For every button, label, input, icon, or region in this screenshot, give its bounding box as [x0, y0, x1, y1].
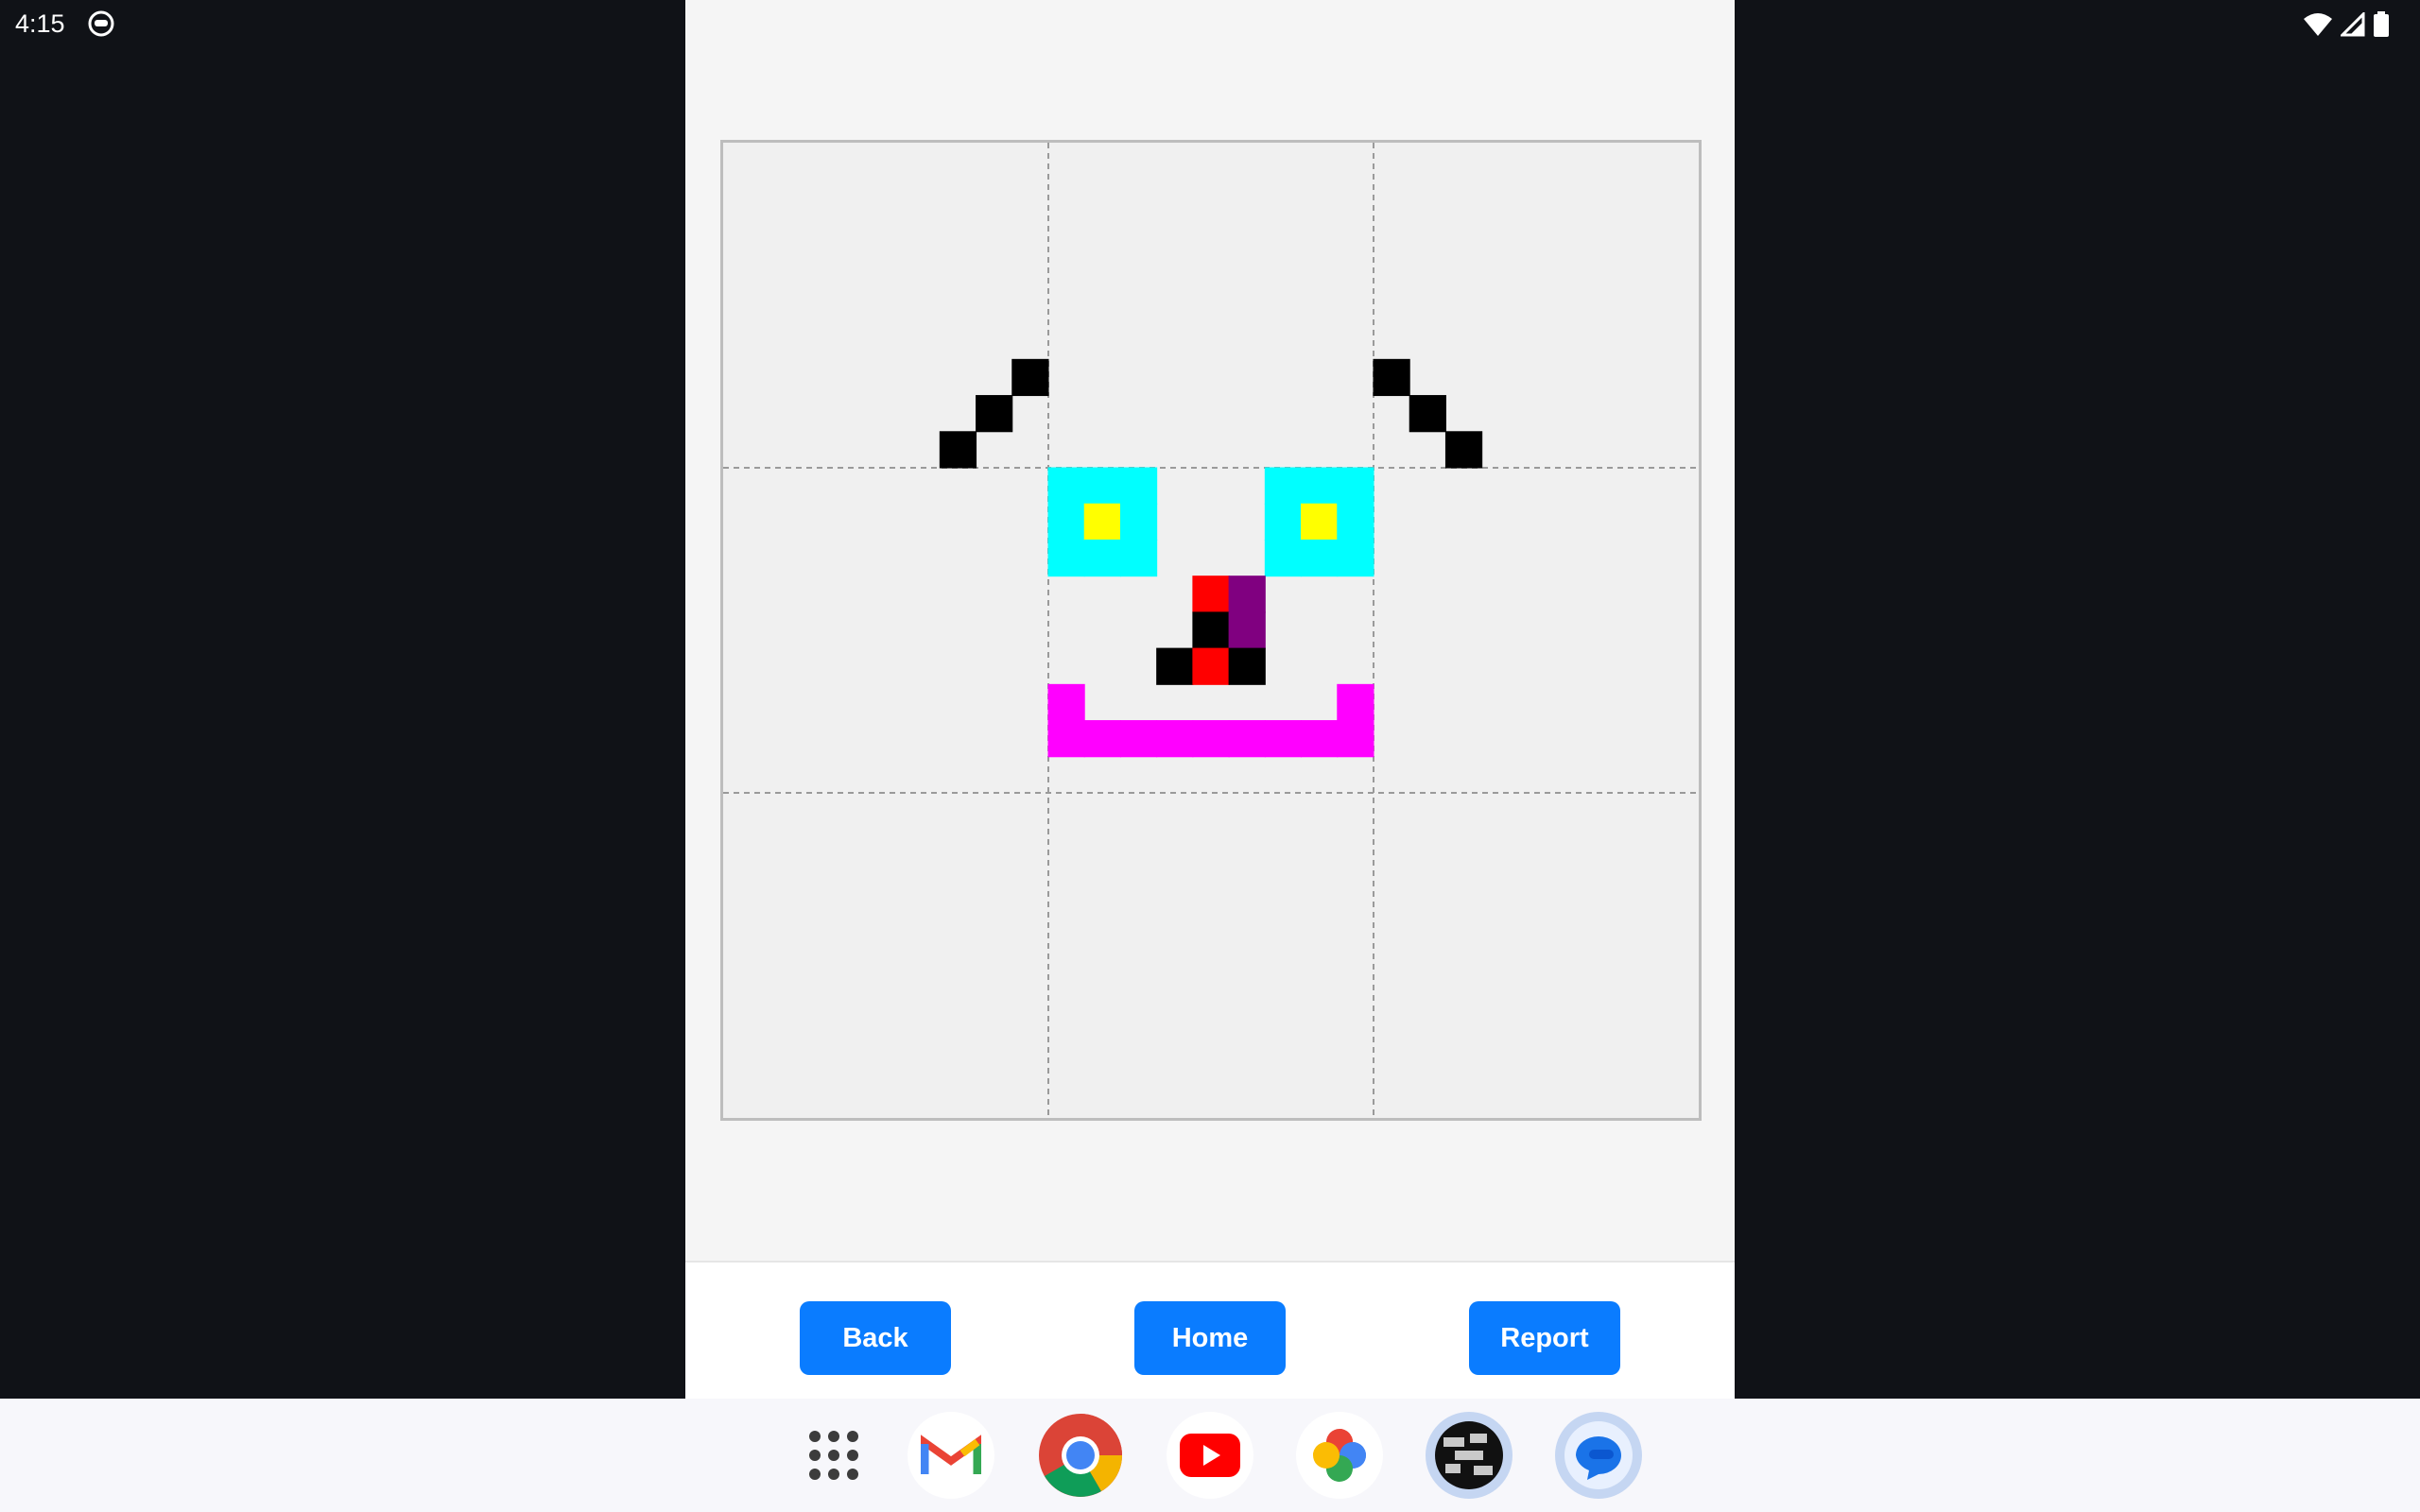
pixel-cyan[interactable]	[1083, 467, 1121, 505]
pixel-yellow[interactable]	[1301, 503, 1339, 541]
pixel-red[interactable]	[1192, 647, 1230, 685]
app-icon[interactable]	[1426, 1412, 1512, 1499]
pixel-magenta[interactable]	[1337, 683, 1374, 722]
pixel-magenta[interactable]	[1228, 720, 1266, 758]
pixel-magenta[interactable]	[1337, 720, 1374, 758]
pixel-cyan[interactable]	[1264, 539, 1303, 577]
pixel-cyan[interactable]	[1301, 539, 1339, 577]
pixel-black[interactable]	[1444, 431, 1483, 469]
pixel-magenta[interactable]	[1192, 720, 1230, 758]
pixel-purple[interactable]	[1228, 576, 1266, 613]
pixel-cyan[interactable]	[1301, 467, 1339, 505]
status-time: 4:15	[15, 9, 65, 38]
pixel-cyan[interactable]	[1119, 503, 1158, 541]
report-button[interactable]: Report	[1469, 1301, 1620, 1375]
pixel-magenta[interactable]	[1156, 720, 1194, 758]
pixel-cyan[interactable]	[1119, 539, 1158, 577]
pixel-black[interactable]	[1409, 395, 1446, 433]
wifi-icon	[2303, 12, 2333, 42]
pixel-black[interactable]	[1011, 358, 1049, 397]
pixel-magenta[interactable]	[1301, 720, 1339, 758]
pixel-black[interactable]	[1228, 647, 1266, 685]
pixel-magenta[interactable]	[1047, 683, 1085, 722]
battery-icon	[2373, 11, 2390, 43]
back-button[interactable]: Back	[800, 1301, 951, 1375]
pixel-black[interactable]	[976, 395, 1013, 433]
pixel-cyan[interactable]	[1047, 467, 1085, 505]
pixel-magenta[interactable]	[1119, 720, 1158, 758]
gmail-icon[interactable]	[908, 1412, 994, 1499]
pixel-black[interactable]	[1373, 358, 1410, 397]
pixel-cyan[interactable]	[1264, 503, 1303, 541]
app-drawer-icon[interactable]	[790, 1412, 877, 1499]
pixel-yellow[interactable]	[1083, 503, 1121, 541]
pixel-black[interactable]	[1156, 647, 1194, 685]
pixel-magenta[interactable]	[1047, 720, 1085, 758]
youtube-icon[interactable]	[1167, 1412, 1253, 1499]
pixel-cyan[interactable]	[1083, 539, 1121, 577]
home-button[interactable]: Home	[1134, 1301, 1286, 1375]
app-window: Back Home Report	[685, 0, 1735, 1400]
taskbar	[0, 1399, 2420, 1512]
pixel-cyan[interactable]	[1337, 503, 1374, 541]
pixel-purple[interactable]	[1228, 611, 1266, 649]
emoji-face-icon	[87, 9, 115, 38]
messages-icon[interactable]	[1555, 1412, 1642, 1499]
pixel-black[interactable]	[1192, 611, 1230, 649]
drawing-canvas[interactable]	[720, 140, 1702, 1121]
pixel-magenta[interactable]	[1264, 720, 1303, 758]
signal-icon	[2339, 10, 2365, 42]
chrome-icon[interactable]	[1037, 1412, 1124, 1499]
button-bar: Back Home Report	[685, 1261, 1735, 1400]
pixel-grid[interactable]	[723, 143, 1699, 1118]
pixel-cyan[interactable]	[1337, 467, 1374, 505]
pixel-red[interactable]	[1192, 576, 1230, 613]
pixel-magenta[interactable]	[1083, 720, 1121, 758]
pixel-cyan[interactable]	[1119, 467, 1158, 505]
pixel-cyan[interactable]	[1047, 539, 1085, 577]
photos-icon[interactable]	[1296, 1412, 1383, 1499]
pixel-black[interactable]	[939, 431, 977, 469]
pixel-cyan[interactable]	[1264, 467, 1303, 505]
pixel-cyan[interactable]	[1337, 539, 1374, 577]
status-icons	[2303, 10, 2390, 43]
pixel-cyan[interactable]	[1047, 503, 1085, 541]
